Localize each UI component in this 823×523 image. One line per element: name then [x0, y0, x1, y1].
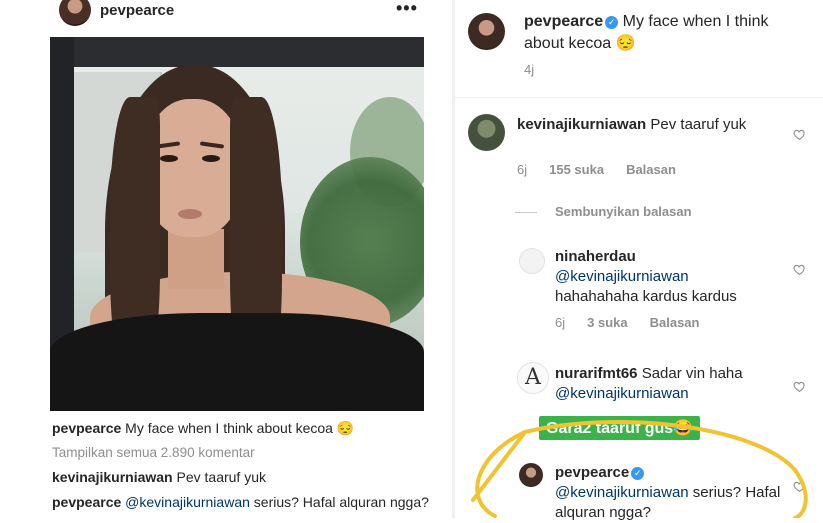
- subject-neck: [168, 229, 224, 289]
- more-options-icon[interactable]: •••: [396, 0, 418, 19]
- comment-row: kevinajikurniawan Pev taaruf yuk: [52, 469, 266, 485]
- car-frame: [50, 37, 424, 67]
- comment-text: Pev taaruf yuk: [176, 469, 267, 485]
- highlight-circle: [471, 420, 808, 518]
- post-caption: pevpearce My face when I think about kec…: [52, 420, 354, 437]
- instagram-post-panel: pevpearce ••• pevpearce My face when I t…: [0, 0, 452, 518]
- comment-thread-panel: pevpearce ✓ My face when I think about ke…: [455, 0, 823, 521]
- post-author-username[interactable]: pevpearce: [100, 2, 174, 19]
- post-author-avatar[interactable]: [59, 0, 91, 26]
- comment-text: serius? Hafal alquran ngga?: [253, 494, 429, 510]
- comment-mention[interactable]: @kevinajikurniawan: [125, 494, 250, 510]
- comment-username[interactable]: kevinajikurniawan: [52, 469, 173, 485]
- subject-eye: [160, 155, 178, 162]
- caption-username[interactable]: pevpearce: [52, 420, 121, 436]
- subject-mouth: [178, 209, 202, 219]
- subject-eye: [202, 155, 220, 162]
- view-all-comments-link[interactable]: Tampilkan semua 2.890 komentar: [52, 445, 255, 460]
- subject-black-top: [50, 313, 424, 411]
- post-photo[interactable]: [50, 37, 424, 411]
- caption-text: My face when I think about kecoa 😔: [125, 420, 355, 436]
- comment-username[interactable]: pevpearce: [52, 494, 121, 510]
- comment-row: pevpearce @kevinajikurniawan serius? Haf…: [52, 493, 432, 512]
